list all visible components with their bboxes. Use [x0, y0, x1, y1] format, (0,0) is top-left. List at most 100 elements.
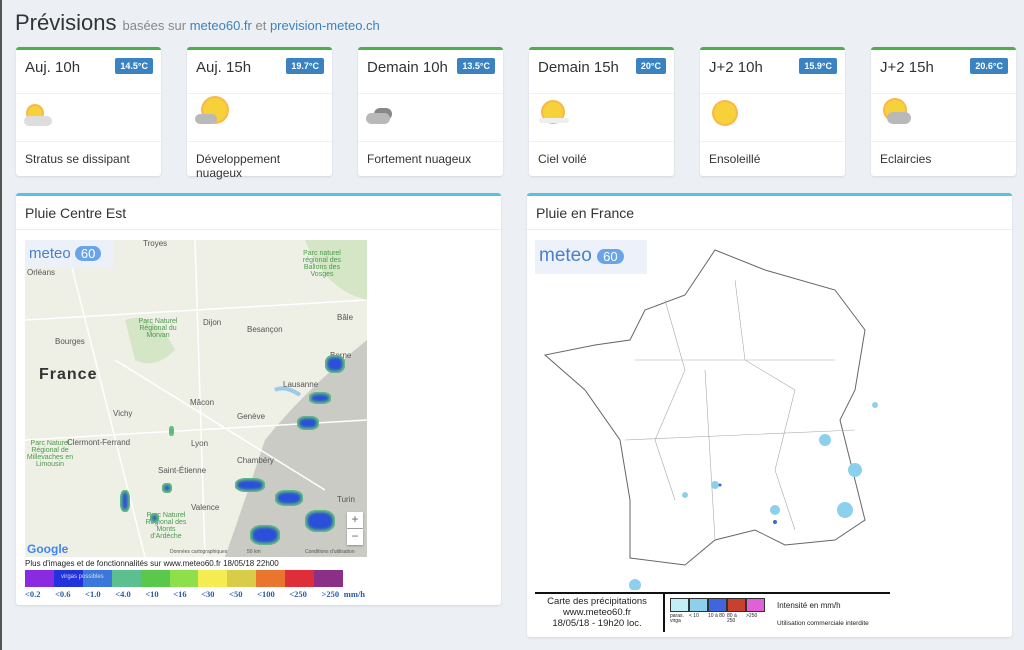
panel-pluie-centre-est: Pluie Centre Est meteo 60 France Troyes O…	[16, 193, 501, 605]
scale-tick-label: <4.0	[115, 589, 131, 599]
forecast-description: Fortement nuageux	[367, 152, 472, 166]
zoom-out-button[interactable]: −	[347, 529, 363, 545]
forecast-card: J+2 10h 15.9°C Ensoleillé	[700, 47, 845, 176]
city-label: Bâle	[337, 313, 354, 322]
temperature-badge: 20.6°C	[970, 58, 1008, 74]
scale-tick-label: <0.2	[25, 589, 41, 599]
forecast-time: Demain 15h	[538, 59, 619, 76]
virga-note: virgas possibles	[61, 574, 104, 580]
scale-swatch	[111, 570, 141, 587]
caption-line: www.meteo60.fr	[562, 607, 632, 618]
scale-tick-label: <1.0	[85, 589, 101, 599]
city-label: Valence	[191, 503, 220, 512]
park-label: Parc Naturel Régional du Morvan	[138, 318, 178, 339]
legend-label: 10 à 80	[708, 613, 725, 619]
google-logo: Google	[27, 542, 69, 556]
scale-swatch	[285, 570, 315, 587]
forecast-time: Auj. 10h	[25, 59, 81, 76]
terms-link[interactable]: Conditions d'utilisation	[305, 549, 355, 555]
city-label: Mâcon	[190, 398, 215, 407]
scale-swatch	[140, 570, 170, 587]
city-label: Chambéry	[237, 456, 274, 465]
legend-item: 80 à 250	[727, 598, 746, 624]
forecast-description: Stratus se dissipant	[25, 152, 130, 166]
forecast-card: Demain 15h 20°C Ciel voilé	[529, 47, 674, 176]
park-label: Parc Naturel Régional des Monts d'Ardèch…	[145, 512, 187, 540]
scale-tick-label: <10	[145, 589, 159, 599]
forecast-card: Auj. 15h 19.7°C Développement nuageux	[187, 47, 332, 180]
subtitle-and: et	[255, 18, 267, 33]
legend-label: paras. virga	[670, 613, 684, 624]
scale-tick-label: <0.6	[55, 589, 71, 599]
city-label: Saint-Étienne	[158, 466, 207, 475]
city-label: Lyon	[191, 439, 209, 448]
rain-map-centre-est[interactable]: meteo 60 France Troyes Orléans Dijon Besanç…	[25, 240, 367, 557]
map-data-label: Données cartographiques	[170, 549, 228, 555]
city-label: Genève	[237, 412, 266, 421]
commercial-notice: Utilisation commerciale interdite	[777, 620, 869, 627]
forecast-description: Ensoleillé	[709, 152, 761, 166]
zoom-in-button[interactable]: +	[347, 512, 363, 528]
temperature-badge: 19.7°C	[286, 58, 324, 74]
city-label: Vichy	[113, 409, 133, 418]
forecast-card: Auj. 10h 14.5°C Stratus se dissipant	[16, 47, 161, 176]
legend-label: >250	[746, 613, 758, 619]
city-label: Orléans	[27, 268, 56, 277]
intensity-legend: paras. virga < 10 10 à 80 80 à 250 >250	[670, 598, 765, 624]
panel-title: Pluie en France	[527, 196, 1012, 230]
legend-item: 10 à 80	[708, 598, 727, 624]
forecast-description: Ciel voilé	[538, 152, 587, 166]
forecast-time: Auj. 15h	[196, 59, 252, 76]
scale-swatch	[314, 570, 343, 587]
sun-icon	[700, 94, 845, 142]
caption-line: 18/05/18 - 19h20 loc.	[552, 618, 642, 629]
scale-tick-label: <16	[173, 589, 187, 599]
legend-label: 80 à 250	[727, 613, 737, 624]
temperature-badge: 15.9°C	[799, 58, 837, 74]
page-title: Prévisions	[15, 10, 117, 35]
forecast-time: J+2 10h	[709, 59, 763, 76]
map-credit: Plus d'images et de fonctionnalités sur …	[25, 559, 279, 568]
panel-pluie-en-france: Pluie en France meteo 60 Carte des préci…	[527, 193, 1012, 637]
scale-swatch	[227, 570, 257, 587]
scale-labels: <0.2 <0.6 <1.0 <4.0 <10 <16 <30 <50 <100 <250 >250…	[25, 589, 365, 599]
city-label: Clermont-Ferrand	[67, 438, 131, 447]
sun-with-clouds-icon	[187, 94, 332, 142]
page-header: Prévisions basées sur meteo60.fr et previ…	[15, 10, 380, 36]
legend-item: < 10	[689, 598, 708, 624]
country-label: France	[39, 366, 98, 383]
rain-map-france[interactable]: meteo 60 Carte des précipitations www.met…	[535, 240, 893, 632]
city-label: Troyes	[143, 240, 168, 248]
scale-unit: mm/h	[343, 589, 365, 599]
intensity-label: Intensité en mm/h	[777, 601, 841, 610]
city-label: Bourges	[55, 337, 85, 346]
hazy-sun-icon	[529, 94, 674, 142]
meteo60-logo: meteo 60	[25, 240, 113, 268]
heavy-cloud-icon	[358, 94, 503, 142]
park-label: Parc Naturel Régional de Millevaches en …	[26, 440, 74, 468]
city-label: Turin	[337, 495, 355, 504]
sun-behind-fog-icon	[16, 94, 161, 142]
scale-tick-label: <50	[229, 589, 243, 599]
temperature-badge: 14.5°C	[115, 58, 153, 74]
caption-line: Carte des précipitations	[547, 596, 647, 607]
legend-item: >250	[746, 598, 765, 624]
forecast-description: Eclaircies	[880, 152, 932, 166]
city-label: Dijon	[203, 318, 222, 327]
forecast-card: J+2 15h 20.6°C Eclaircies	[871, 47, 1016, 176]
france-outline	[543, 249, 878, 590]
scale-swatch	[25, 570, 54, 587]
subtitle: basées sur	[122, 18, 187, 33]
legend-item: paras. virga	[670, 598, 689, 624]
meteo60-link[interactable]: meteo60.fr	[190, 18, 252, 33]
forecast-description: Développement nuageux	[196, 152, 281, 180]
scale-swatch	[169, 570, 199, 587]
forecast-time: J+2 15h	[880, 59, 934, 76]
prevision-meteo-link[interactable]: prevision-meteo.ch	[270, 18, 380, 33]
sun-behind-cloud-icon	[871, 94, 1016, 142]
park-label: Parc naturel régional des Ballons des Vo…	[302, 250, 342, 278]
forecast-card: Demain 10h 13.5°C Fortement nuageux	[358, 47, 503, 176]
city-label: Besançon	[247, 325, 283, 334]
scale-tick-label: >250	[321, 589, 340, 599]
scale-tick-label: <250	[289, 589, 307, 599]
